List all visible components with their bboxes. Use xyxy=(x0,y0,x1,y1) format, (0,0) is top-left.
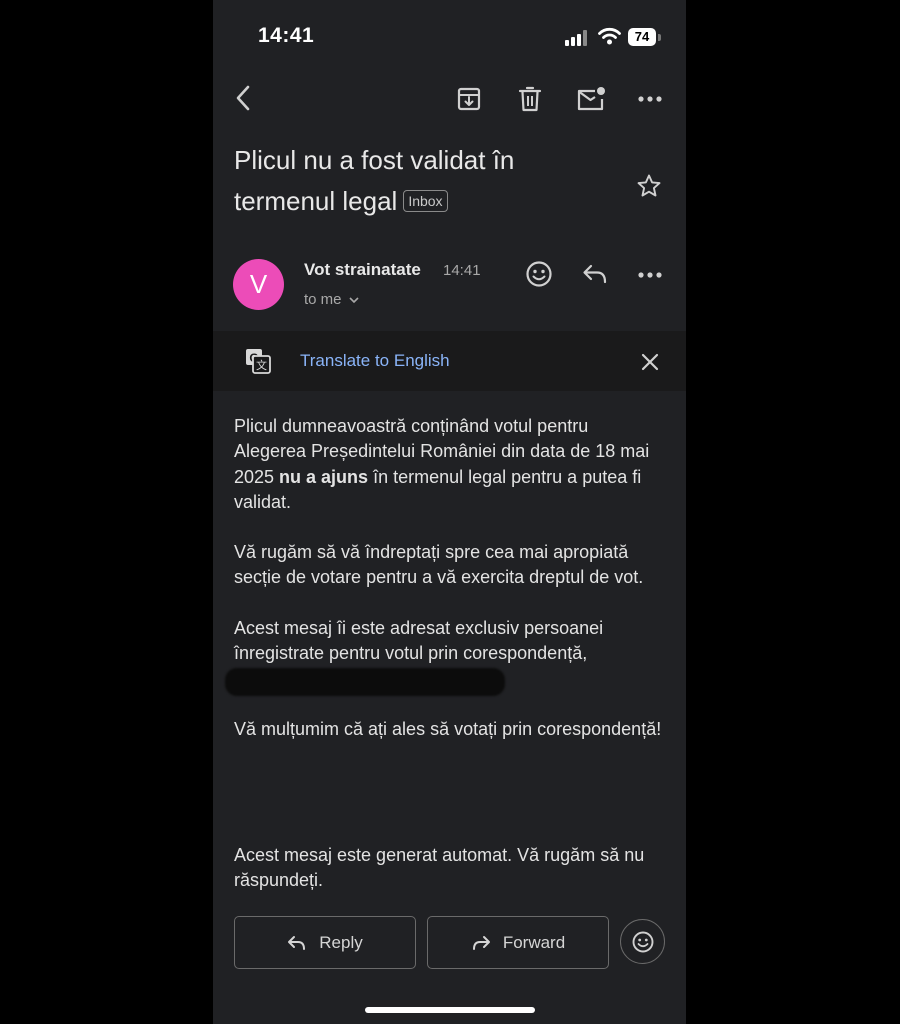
avatar[interactable]: V xyxy=(233,259,284,310)
signal-icon xyxy=(565,30,589,46)
reply-icon[interactable] xyxy=(580,260,610,288)
sender-time: 14:41 xyxy=(443,262,481,279)
back-icon[interactable] xyxy=(228,83,258,113)
reaction-button[interactable] xyxy=(620,919,665,964)
mark-unread-icon[interactable] xyxy=(574,83,608,115)
chevron-down-icon xyxy=(349,296,359,304)
emoji-reaction-icon xyxy=(631,930,655,954)
delete-icon[interactable] xyxy=(514,83,546,115)
body-paragraph-4: Vă mulțumim că ați ales să votați prin c… xyxy=(234,719,662,739)
inbox-label[interactable]: Inbox xyxy=(403,190,448,213)
forward-icon xyxy=(471,935,491,951)
reply-button-label: Reply xyxy=(319,932,363,952)
sender-more-icon[interactable] xyxy=(635,262,665,288)
home-indicator[interactable] xyxy=(365,1007,535,1013)
emoji-icon[interactable] xyxy=(524,259,554,289)
body-paragraph-1: Plicul dumneavoastră conținând votul pen… xyxy=(234,414,664,515)
redacted-area xyxy=(225,668,505,696)
recipient-label: to me xyxy=(304,291,342,308)
reply-button[interactable]: Reply xyxy=(234,916,416,969)
body-paragraph-5: Acest mesaj este generat automat. Vă rug… xyxy=(234,845,645,891)
translate-banner: G 文 Translate to English xyxy=(213,331,686,391)
recipient-details[interactable]: to me xyxy=(304,291,359,308)
subject-line-1: Plicul nu a fost validat în xyxy=(234,145,515,175)
wifi-icon xyxy=(598,27,621,45)
star-icon[interactable] xyxy=(634,171,664,201)
sender-name[interactable]: Vot strainatate xyxy=(304,260,421,280)
body-paragraph-3: Acest mesaj îi este adresat exclusiv per… xyxy=(234,618,604,664)
subject-line-2: termenul legal xyxy=(234,186,398,216)
status-time: 14:41 xyxy=(258,24,315,47)
email-screen: 14:41 74 Plicul nu a fost validat în ter… xyxy=(213,0,686,1024)
archive-icon[interactable] xyxy=(453,83,485,115)
battery-indicator: 74 xyxy=(628,28,656,46)
reply-button-icon xyxy=(287,935,307,951)
close-icon[interactable] xyxy=(637,349,663,375)
battery-tip xyxy=(658,34,661,41)
translate-link[interactable]: Translate to English xyxy=(300,351,450,371)
email-subject: Plicul nu a fost validat în termenul leg… xyxy=(234,140,604,222)
forward-button[interactable]: Forward xyxy=(427,916,609,969)
body-bold-text: nu a ajuns xyxy=(279,466,369,487)
more-icon[interactable] xyxy=(635,86,665,112)
forward-button-label: Forward xyxy=(502,932,566,952)
svg-text:文: 文 xyxy=(256,358,267,372)
translate-icon: G 文 xyxy=(244,347,272,375)
body-paragraph-2: Vă rugăm să vă îndreptați spre cea mai a… xyxy=(234,542,644,588)
